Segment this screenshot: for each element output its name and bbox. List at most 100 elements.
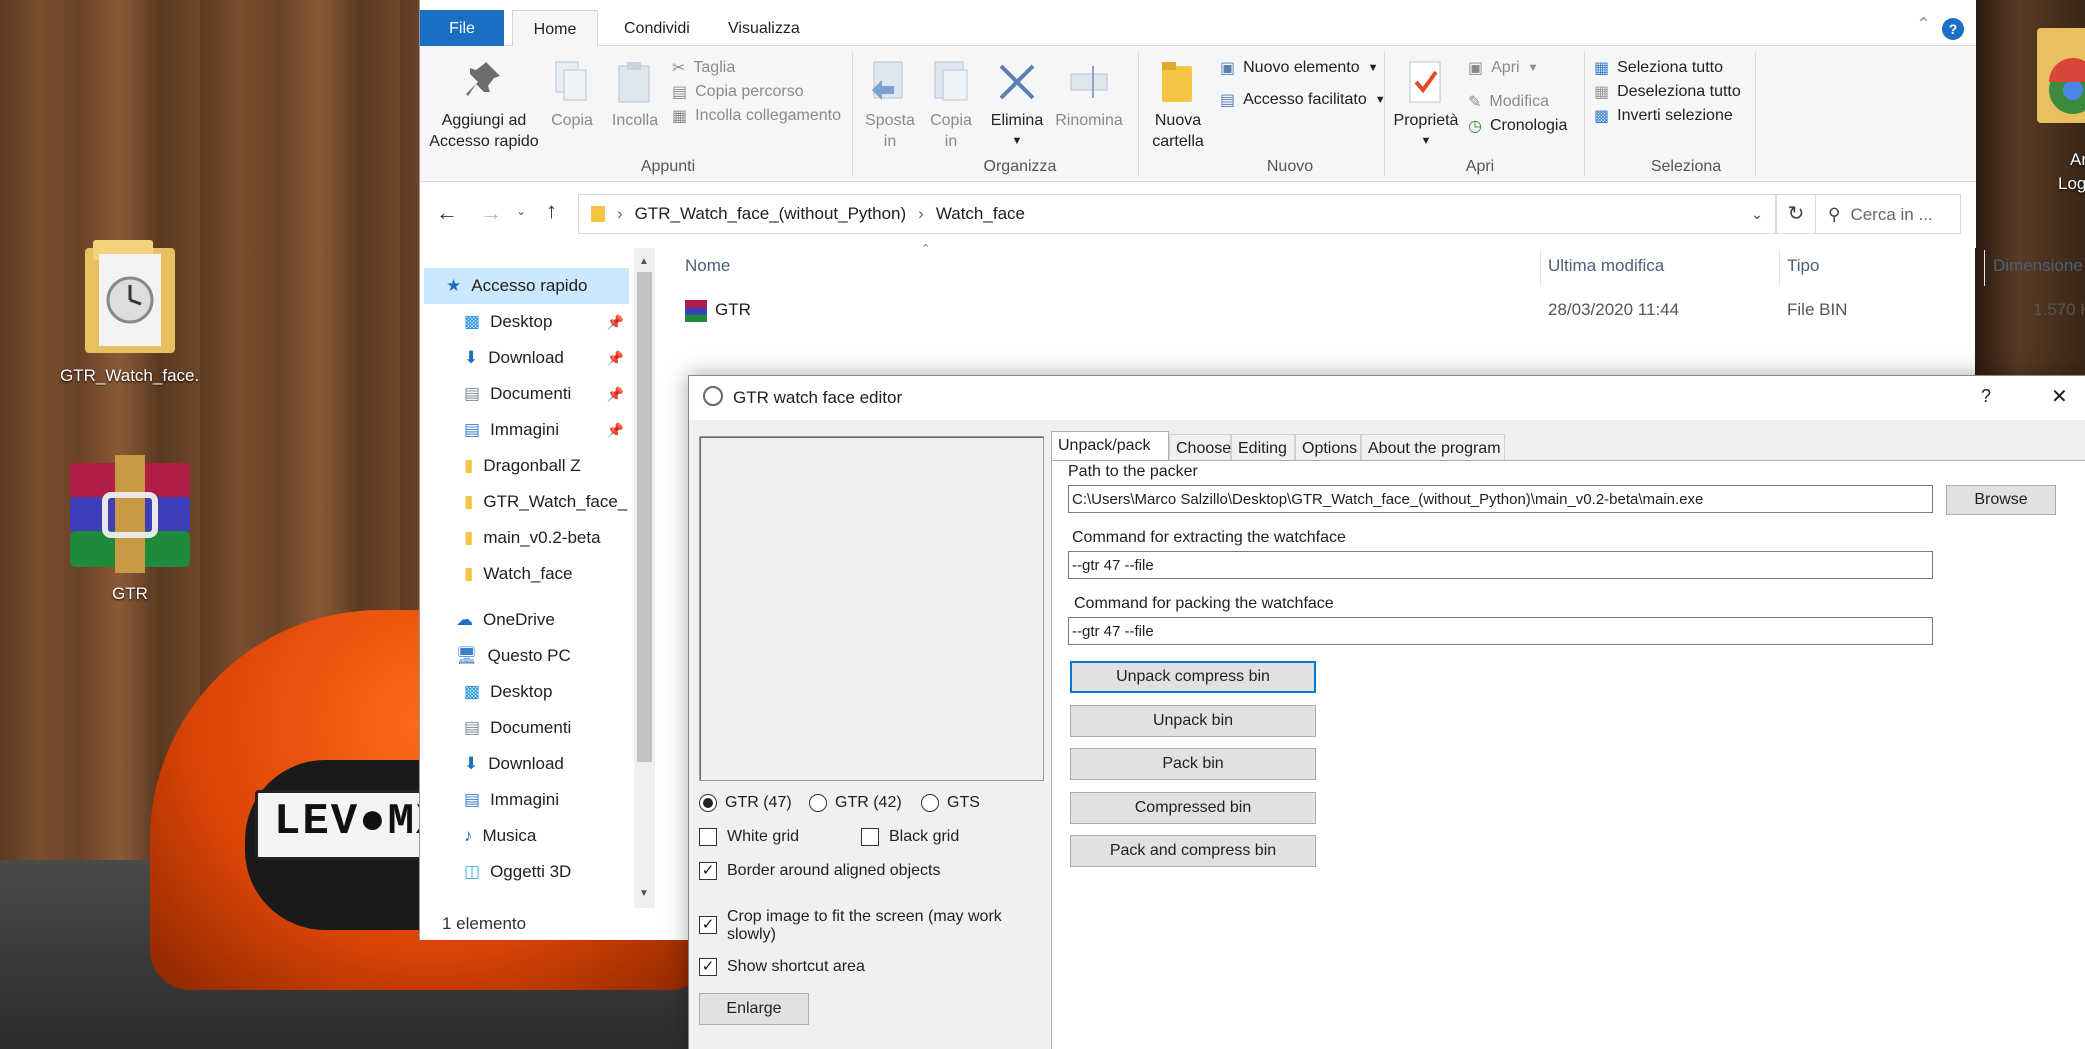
tab-file[interactable]: File	[420, 10, 504, 46]
desktop-icon-gtr-watch-face-folder[interactable]: GTR_Watch_face...	[60, 240, 200, 386]
column-header-size[interactable]: Dimensione	[1993, 256, 2083, 276]
checkbox-white-grid[interactable]: White grid	[699, 828, 799, 846]
nav-item-download[interactable]: ⬇ Download	[420, 746, 632, 782]
nav-item-download[interactable]: ⬇ Download 📌	[420, 340, 632, 376]
edit-button[interactable]: ✎ Modifica	[1468, 92, 1549, 112]
nav-item-oggetti-3d[interactable]: ◫ Oggetti 3D	[420, 854, 632, 890]
select-none-button[interactable]: ▦ Deseleziona tutto	[1594, 82, 1741, 102]
nav-item-immagini[interactable]: ▤ Immagini	[420, 782, 632, 818]
nav-item-desktop[interactable]: ▩ Desktop	[420, 674, 632, 710]
nav-item-dragonball-z[interactable]: ▮ Dragonball Z	[420, 448, 632, 484]
easy-access-button[interactable]: ▤ Accesso facilitato ▼	[1220, 90, 1386, 110]
search-input[interactable]: ⚲ Cerca in ...	[1815, 194, 1961, 234]
browse-button[interactable]: Browse	[1946, 485, 2056, 515]
dialog-body: GTR (47) GTR (42) GTS White grid Black g…	[689, 420, 2085, 1049]
desktop-icon-label-right: Ardui Logitech	[2058, 148, 2085, 196]
tab-view[interactable]: Visualizza	[712, 10, 816, 46]
tab-editing[interactable]: Editing	[1231, 434, 1295, 462]
move-to-button[interactable]: Sposta in	[860, 60, 920, 152]
checkbox-show-shortcut[interactable]: ✓ Show shortcut area	[699, 958, 865, 976]
address-box[interactable]: › GTR_Watch_face_(without_Python) › Watc…	[578, 194, 1776, 234]
copy-to-button[interactable]: Copia in	[920, 60, 982, 152]
pin-quick-access-button[interactable]: Aggiungi ad Accesso rapido	[428, 60, 540, 152]
pin-icon[interactable]: 📌	[607, 422, 624, 439]
delete-dropdown-icon[interactable]: ▼	[986, 131, 1048, 152]
tab-share[interactable]: Condividi	[608, 10, 706, 46]
pack-command-input[interactable]: --gtr 47 --file	[1068, 617, 1933, 645]
nav-item-immagini[interactable]: ▤ Immagini 📌	[420, 412, 632, 448]
tab-choose[interactable]: Choose	[1169, 434, 1231, 462]
nav-quick-access[interactable]: ★ Accesso rapido	[424, 268, 629, 304]
new-item-button[interactable]: ▣ Nuovo elemento ▼	[1220, 58, 1379, 78]
recent-locations-icon[interactable]: ⌄	[516, 204, 526, 218]
tab-options[interactable]: Options	[1295, 434, 1361, 462]
scroll-up-icon[interactable]: ▲	[639, 256, 649, 267]
nav-item-main-v0-2-beta[interactable]: ▮ main_v0.2-beta	[420, 520, 632, 556]
radio-gtr42[interactable]: GTR (42)	[809, 794, 902, 812]
nav-item-documenti[interactable]: ▤ Documenti 📌	[420, 376, 632, 412]
unpack-compress-bin-button[interactable]: Unpack compress bin	[1070, 661, 1316, 693]
tab-home[interactable]: Home	[512, 10, 598, 46]
history-label: Cronologia	[1489, 117, 1568, 134]
pack-bin-button[interactable]: Pack bin	[1070, 748, 1316, 780]
copy-button[interactable]: Copia	[544, 60, 600, 131]
delete-button[interactable]: Elimina ▼	[986, 60, 1048, 152]
enlarge-button[interactable]: Enlarge	[699, 993, 809, 1025]
dialog-close-button[interactable]: ✕	[2051, 384, 2068, 409]
invert-selection-button[interactable]: ▩ Inverti selezione	[1594, 106, 1733, 126]
checkbox-border-aligned[interactable]: ✓ Border around aligned objects	[699, 862, 940, 880]
column-header-name[interactable]: Nome	[685, 256, 730, 276]
tab-unpack-pack[interactable]: Unpack/pack	[1051, 431, 1169, 463]
compressed-bin-button[interactable]: Compressed bin	[1070, 792, 1316, 824]
pin-icon[interactable]: 📌	[607, 314, 624, 331]
address-dropdown-icon[interactable]: ⌄	[1751, 206, 1763, 223]
properties-dropdown-icon[interactable]: ▼	[1388, 131, 1464, 152]
unpack-bin-button[interactable]: Unpack bin	[1070, 705, 1316, 737]
breadcrumb-item[interactable]: GTR_Watch_face_(without_Python)	[635, 204, 907, 224]
up-arrow-icon[interactable]: ↑	[546, 198, 557, 224]
scrollbar-thumb[interactable]	[637, 272, 652, 762]
nav-item-documenti[interactable]: ▤ Documenti	[420, 710, 632, 746]
breadcrumb-item[interactable]: Watch_face	[936, 204, 1025, 224]
nav-item-watch-face[interactable]: ▮ Watch_face	[420, 556, 632, 592]
desktop-icon-gtr-archive[interactable]: GTR	[60, 455, 200, 604]
column-header-modified[interactable]: Ultima modifica	[1548, 256, 1664, 276]
nav-item-musica[interactable]: ♪ Musica	[420, 818, 632, 854]
radio-gts[interactable]: GTS	[921, 794, 980, 812]
paste-button[interactable]: Incolla	[604, 60, 666, 131]
pin-icon[interactable]: 📌	[607, 350, 624, 367]
cut-button[interactable]: ✂ Taglia	[672, 58, 735, 78]
nav-item-gtr-watch-face-[interactable]: ▮ GTR_Watch_face_	[420, 484, 632, 520]
nav-onedrive[interactable]: ☁ OneDrive	[420, 602, 632, 638]
pack-and-compress-bin-button[interactable]: Pack and compress bin	[1070, 835, 1316, 867]
help-icon[interactable]: ?	[1942, 18, 1964, 40]
checkbox-crop-image[interactable]: ✓ Crop image to fit the screen (may work …	[699, 908, 1019, 944]
ribbon-collapse-icon[interactable]: ⌃	[1916, 14, 1931, 35]
new-folder-button[interactable]: Nuova cartella	[1142, 60, 1214, 152]
scroll-down-icon[interactable]: ▼	[639, 888, 649, 899]
dialog-help-button[interactable]: ?	[1981, 386, 1991, 407]
tab-about[interactable]: About the program	[1361, 434, 1505, 462]
open-button[interactable]: ▣ Apri ▼	[1468, 58, 1538, 78]
back-arrow-icon[interactable]: ←	[436, 200, 458, 226]
packer-path-input[interactable]: C:\Users\Marco Salzillo\Desktop\GTR_Watc…	[1068, 485, 1933, 513]
nav-item-desktop[interactable]: ▩ Desktop 📌	[420, 304, 632, 340]
rename-button[interactable]: Rinomina	[1052, 60, 1126, 131]
properties-button[interactable]: Proprietà ▼	[1388, 60, 1464, 152]
copy-path-button[interactable]: ▤ Copia percorso	[672, 82, 804, 102]
nav-this-pc[interactable]: 🖥 Questo PC	[420, 638, 632, 674]
radio-gtr47[interactable]: GTR (47)	[699, 794, 792, 812]
history-button[interactable]: ◷ Cronologia	[1468, 116, 1567, 136]
dialog-title-bar[interactable]: GTR watch face editor ? ✕	[689, 376, 2085, 420]
nav-scrollbar[interactable]: ▲ ▼	[634, 248, 655, 908]
desktop-icon-arduino-folder[interactable]	[2035, 20, 2085, 135]
pin-icon[interactable]: 📌	[607, 386, 624, 403]
extract-command-input[interactable]: --gtr 47 --file	[1068, 551, 1933, 579]
paste-shortcut-button[interactable]: ▦ Incolla collegamento	[672, 106, 841, 126]
forward-arrow-icon[interactable]: →	[480, 200, 502, 226]
table-row[interactable]: GTR 28/03/2020 11:44 File BIN 1.570 KB	[675, 292, 2085, 332]
checkbox-black-grid[interactable]: Black grid	[861, 828, 959, 846]
refresh-icon[interactable]: ↻	[1776, 194, 1816, 234]
column-header-type[interactable]: Tipo	[1787, 256, 1819, 276]
select-all-button[interactable]: ▦ Seleziona tutto	[1594, 58, 1723, 78]
